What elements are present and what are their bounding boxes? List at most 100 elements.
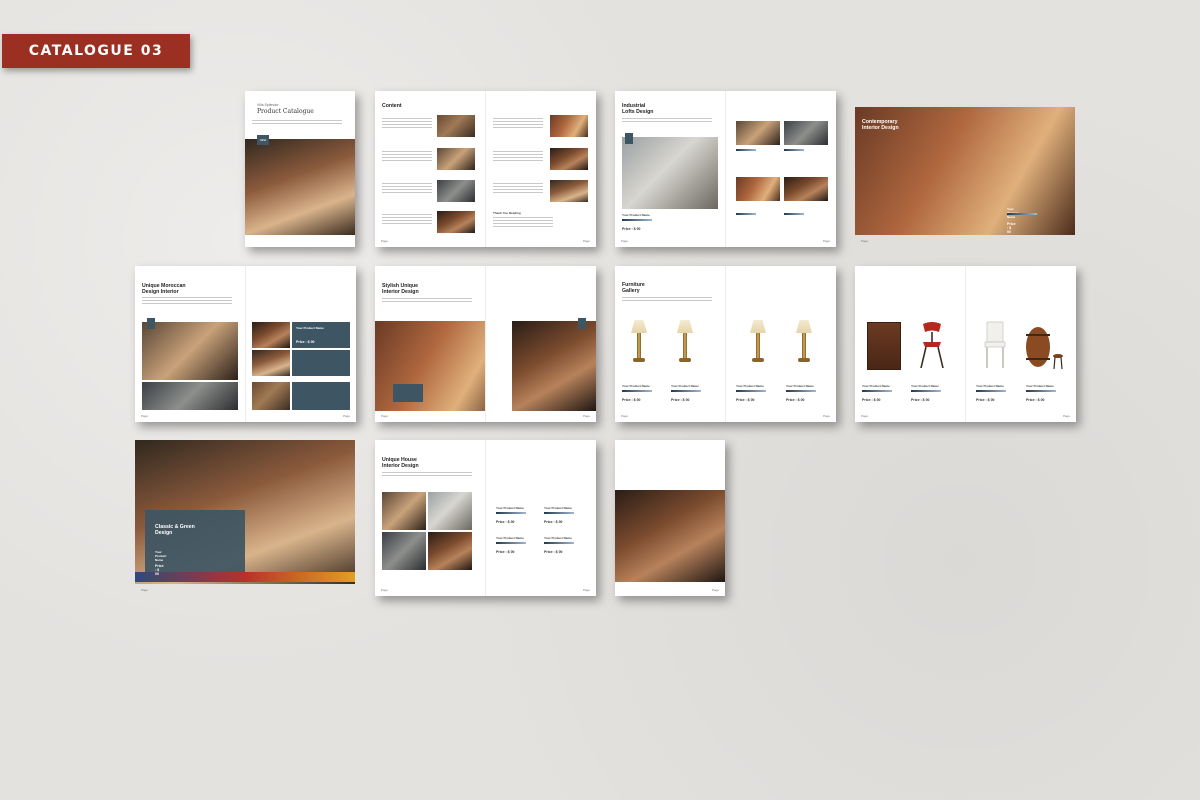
industrial-left-page: Industrial Lofts Design Your Product Nam… xyxy=(615,91,725,247)
unique-product-2: Your Product Name xyxy=(544,506,572,510)
cabinet-image xyxy=(867,322,901,370)
moroccan-left-page: Unique Moroccan Design Interior Page xyxy=(135,266,245,422)
page-number: Page xyxy=(861,239,869,243)
furniture-bar-1 xyxy=(622,390,652,392)
industrial-bar xyxy=(622,219,652,221)
contemporary-price: Price : $ 00 xyxy=(1007,222,1016,234)
furniture-product-4: Your Product Name xyxy=(786,384,814,388)
stylish-photo-1 xyxy=(375,321,485,411)
contents-spread[interactable]: Content Page Thank You Reading Page xyxy=(375,91,596,247)
moroccan-title: Unique Moroccan Design Interior xyxy=(142,283,186,295)
page-number: Page xyxy=(711,588,719,592)
chairs-bar-2 xyxy=(911,390,941,392)
contents-lines-5 xyxy=(493,118,543,128)
page-number: Page xyxy=(141,588,149,592)
chairs-left-page: Your Product Name Price : $ 00 Your Prod… xyxy=(855,266,965,422)
page-number: Page xyxy=(1062,414,1070,418)
contents-right-page: Thank You Reading Page xyxy=(485,91,596,247)
furniture-title: Furniture Gallery xyxy=(622,282,645,294)
classic-price: Price : $ 00 xyxy=(155,564,164,576)
furniture-price-3: Price : $ 00 xyxy=(736,398,755,402)
moroccan-thumb-2 xyxy=(252,350,290,376)
contemporary-title: Contemporary Interior Design xyxy=(862,119,899,131)
unique-bar-3 xyxy=(496,542,526,544)
furniture-price-2: Price : $ 00 xyxy=(671,398,690,402)
unique-price-2: Price : $ 00 xyxy=(544,520,563,524)
page-number: Page xyxy=(861,414,869,418)
furniture-bar-2 xyxy=(671,390,701,392)
furniture-left-page: Furniture Gallery Your Product Name Pric… xyxy=(615,266,725,422)
industrial-thumb-2 xyxy=(784,121,828,145)
unique-right-page: Your Product Name Price : $ 00 Your Prod… xyxy=(485,440,596,596)
page-number: Page xyxy=(582,239,590,243)
furniture-bar-3 xyxy=(736,390,766,392)
industrial-price: Price : $ 00 xyxy=(622,227,641,231)
contents-title: Content xyxy=(382,103,402,109)
contents-note: Thank You Reading xyxy=(493,211,521,215)
classic-title: Classic & Green Design xyxy=(155,524,195,536)
unique-photo-2 xyxy=(428,492,472,530)
moroccan-thumb-1 xyxy=(252,322,290,348)
furniture-bar-4 xyxy=(786,390,816,392)
chairs-product-3: Your Product Name xyxy=(976,384,1004,388)
chairs-price-4: Price : $ 00 xyxy=(1026,398,1045,402)
chairs-bar-3 xyxy=(976,390,1006,392)
page-number: Page xyxy=(822,414,830,418)
contents-lines-2 xyxy=(382,151,432,161)
contents-lines-1 xyxy=(382,118,432,128)
cover-badge: NEW xyxy=(257,135,269,145)
furniture-right-page: Your Product Name Price : $ 00 Your Prod… xyxy=(725,266,836,422)
cover-info-lines xyxy=(252,120,342,126)
furniture-price-1: Price : $ 00 xyxy=(622,398,641,402)
stylish-caption-box xyxy=(393,384,423,402)
industrial-text xyxy=(622,118,712,124)
page-number: Page xyxy=(621,414,629,418)
contents-photo-3 xyxy=(437,180,475,202)
stylish-text xyxy=(382,298,472,304)
furniture-product-3: Your Product Name xyxy=(736,384,764,388)
stylish-title: Stylish Unique Interior Design xyxy=(382,283,419,295)
chairs-right-page: Your Product Name Price : $ 00 Your Prod… xyxy=(965,266,1076,422)
chairs-price-3: Price : $ 00 xyxy=(976,398,995,402)
chairs-product-1: Your Product Name xyxy=(862,384,890,388)
furniture-text xyxy=(622,297,712,303)
unique-text xyxy=(382,472,472,478)
moroccan-info-3 xyxy=(292,382,350,410)
stylish-spread[interactable]: Stylish Unique Interior Design Page Page xyxy=(375,266,596,422)
unique-product-3: Your Product Name xyxy=(496,536,524,540)
moroccan-info-2 xyxy=(292,350,350,376)
unique-photo-1 xyxy=(382,492,426,530)
moroccan-price: Price : $ 00 xyxy=(296,340,315,344)
unique-photo-4 xyxy=(428,532,472,570)
stylish-right-page: Page xyxy=(485,266,596,422)
furniture-price-4: Price : $ 00 xyxy=(786,398,805,402)
contents-left-page: Content Page xyxy=(375,91,485,247)
contents-photo-1 xyxy=(437,115,475,137)
contents-note-lines xyxy=(493,217,553,227)
contents-lines-3 xyxy=(382,183,432,193)
page-number: Page xyxy=(582,414,590,418)
cover-page[interactable]: Villa Splendor Product Catalogue NEW xyxy=(245,91,355,247)
contents-photo-6 xyxy=(550,148,588,170)
cover-title: Product Catalogue xyxy=(257,108,314,115)
moroccan-text xyxy=(142,297,232,305)
unique-house-spread[interactable]: Unique House Interior Design Page Your P… xyxy=(375,440,596,596)
contents-photo-5 xyxy=(550,115,588,137)
chairs-product-4: Your Product Name xyxy=(1026,384,1054,388)
chairs-price-2: Price : $ 00 xyxy=(911,398,930,402)
furniture-lamps-spread[interactable]: Furniture Gallery Your Product Name Pric… xyxy=(615,266,836,422)
industrial-product: Your Product Name xyxy=(622,213,650,217)
chairs-product-2: Your Product Name xyxy=(911,384,939,388)
industrial-title: Industrial Lofts Design xyxy=(622,103,654,115)
moroccan-spread[interactable]: Unique Moroccan Design Interior Page You… xyxy=(135,266,356,422)
chairs-bar-4 xyxy=(1026,390,1056,392)
unique-bar-1 xyxy=(496,512,526,514)
furniture-chairs-spread[interactable]: Your Product Name Price : $ 00 Your Prod… xyxy=(855,266,1076,422)
white-chair-image xyxy=(984,321,1006,368)
industrial-spread[interactable]: Industrial Lofts Design Your Product Nam… xyxy=(615,91,836,247)
lamp-image-1 xyxy=(629,320,649,364)
unique-bar-2 xyxy=(544,512,574,514)
back-page[interactable]: Page xyxy=(615,440,725,596)
barrel-image xyxy=(1026,327,1063,370)
page-number: Page xyxy=(822,239,830,243)
